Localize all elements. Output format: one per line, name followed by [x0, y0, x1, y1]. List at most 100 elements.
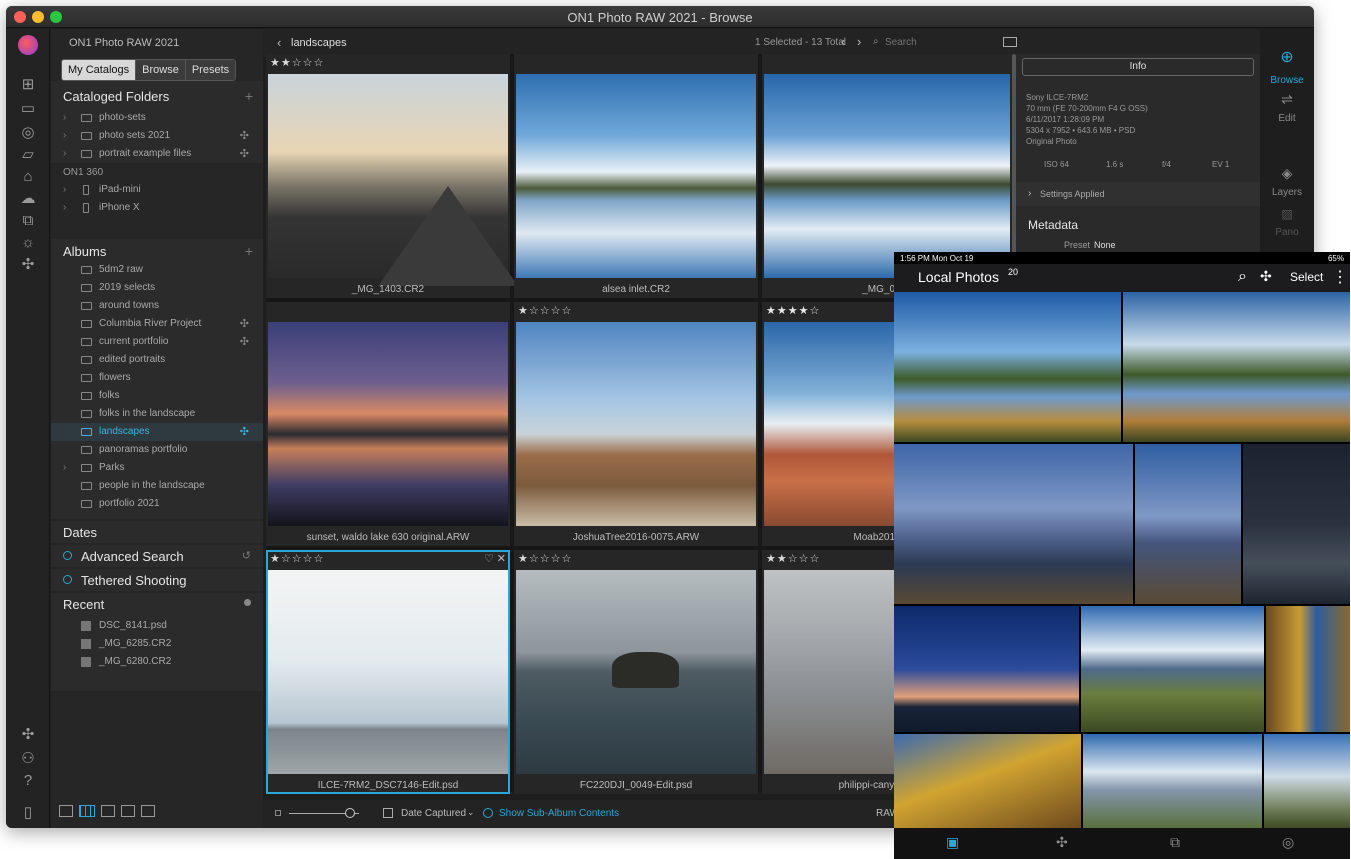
detail-view-icon[interactable] — [101, 805, 115, 817]
ipad-photo[interactable] — [894, 292, 1121, 442]
star-rating[interactable]: ★★★★☆ — [766, 304, 820, 317]
album-item[interactable]: people in the landscape — [51, 477, 263, 495]
album-icon[interactable]: ⧉ — [18, 213, 38, 229]
ipad-photo[interactable] — [894, 606, 1079, 732]
tab-my-catalogs[interactable]: My Catalogs — [62, 60, 137, 80]
album-item[interactable]: folks — [51, 387, 263, 405]
tab-presets[interactable]: Presets — [185, 60, 236, 80]
device-item[interactable]: › iPhone X — [51, 199, 263, 217]
device-item[interactable]: › iPad-mini — [51, 181, 263, 199]
sync-tab-icon[interactable]: ✣ — [1056, 834, 1068, 851]
star-rating[interactable]: ★☆☆☆☆ — [518, 552, 572, 565]
recent-item[interactable]: DSC_8141.psd — [51, 617, 263, 635]
thumbnail-cell[interactable]: sunset, waldo lake 630 original.ARW — [266, 302, 510, 546]
album-item[interactable]: portfolio 2021 — [51, 495, 263, 513]
album-item[interactable]: current portfolio ✣ — [51, 333, 263, 351]
ipad-photo[interactable] — [1081, 606, 1264, 732]
advanced-search-section[interactable]: Advanced Search ↺ — [51, 545, 263, 567]
slider-handle[interactable] — [345, 808, 355, 818]
back-icon[interactable]: ‹ — [277, 35, 281, 50]
sort-dropdown[interactable]: Date Captured — [401, 808, 466, 819]
folder-item[interactable]: › photo-sets — [51, 109, 263, 127]
tab-browse[interactable]: Browse — [136, 60, 186, 80]
album-item[interactable]: landscapes ✣ — [51, 423, 263, 441]
ipad-photo[interactable] — [1135, 444, 1241, 604]
recent-item[interactable]: _MG_6280.CR2 — [51, 653, 263, 671]
sync-icon[interactable]: ✣ — [18, 257, 38, 273]
ipad-photo[interactable] — [894, 444, 1133, 604]
thumbnail-cell[interactable]: ★☆☆☆☆ FC220DJI_0049-Edit.psd — [514, 550, 758, 794]
album-item[interactable]: flowers — [51, 369, 263, 387]
album-item[interactable]: edited portraits — [51, 351, 263, 369]
reject-icon[interactable]: ✕ — [497, 552, 506, 565]
help-icon[interactable]: ? — [18, 773, 38, 789]
reset-icon[interactable]: ↺ — [242, 549, 251, 562]
folder-item[interactable]: › photo sets 2021 ✣ — [51, 127, 263, 145]
albums-tab-icon[interactable]: ⧉ — [1170, 834, 1180, 851]
album-item[interactable]: folks in the landscape — [51, 405, 263, 423]
preset-value[interactable]: None — [1094, 240, 1116, 250]
grid-view-icon[interactable] — [79, 805, 95, 817]
layers-label[interactable]: Layers — [1260, 187, 1314, 198]
layers-icon[interactable]: ◈ — [1260, 165, 1314, 182]
browse-module-label[interactable]: Browse — [1260, 75, 1314, 86]
ipad-photo[interactable] — [1083, 734, 1262, 828]
thumbnail-cell[interactable]: ★☆☆☆☆ JoshuaTree2016-0075.ARW — [514, 302, 758, 546]
ipad-photo[interactable] — [894, 734, 1081, 828]
dates-section[interactable]: Dates — [51, 521, 263, 543]
folder-item[interactable]: › portrait example files ✣ — [51, 145, 263, 163]
sync-icon[interactable]: ✣ — [1260, 268, 1272, 285]
camera-icon[interactable]: ◎ — [18, 125, 38, 141]
album-item[interactable]: around towns — [51, 297, 263, 315]
drive-icon[interactable]: ⌂ — [18, 169, 38, 185]
add-folder-icon[interactable]: + — [245, 88, 253, 104]
subalbum-toggle[interactable] — [483, 808, 493, 818]
thumbnail-cell-selected[interactable]: ★☆☆☆☆ ♡ ✕ ILCE-7RM2_DSC7146-Edit.psd — [266, 550, 510, 794]
ipad-photo[interactable] — [1123, 292, 1350, 442]
monitor-icon[interactable]: ▭ — [18, 101, 38, 117]
compare-view-icon[interactable] — [121, 805, 135, 817]
more-icon[interactable]: ⋮ — [1332, 267, 1348, 287]
edit-module-label[interactable]: Edit — [1260, 113, 1314, 124]
star-rating[interactable]: ★★☆☆☆ — [766, 552, 820, 565]
clear-recent-icon[interactable] — [244, 599, 251, 606]
filmstrip-view-icon[interactable] — [59, 805, 73, 817]
sort-checkbox[interactable] — [383, 808, 393, 818]
prev-icon[interactable]: ‹ — [841, 34, 845, 49]
tethered-shooting-section[interactable]: Tethered Shooting — [51, 569, 263, 591]
edit-module-icon[interactable]: ⇌ — [1260, 91, 1314, 108]
add-icon[interactable]: ⊞ — [18, 77, 38, 93]
ipad-photo[interactable] — [1243, 444, 1350, 604]
search-icon[interactable]: ⌕ — [1238, 268, 1247, 286]
new-folder-icon[interactable] — [1003, 37, 1017, 47]
pano-label[interactable]: Pano — [1260, 227, 1314, 238]
subalbum-label[interactable]: Show Sub-Album Contents — [499, 808, 619, 819]
browse-module-icon[interactable]: ⊕ — [1260, 47, 1314, 67]
ipad-photo[interactable] — [1264, 734, 1350, 828]
star-rating[interactable]: ★☆☆☆☆ — [270, 552, 324, 565]
album-item[interactable]: panoramas portfolio — [51, 441, 263, 459]
camera-tab-icon[interactable]: ◎ — [1282, 834, 1294, 851]
breadcrumb[interactable]: landscapes — [291, 37, 347, 49]
star-rating[interactable]: ★★☆☆☆ — [270, 56, 324, 69]
toggle-panel-icon[interactable]: ▯ — [18, 805, 38, 821]
folder-icon[interactable]: ▱ — [18, 147, 38, 163]
select-button[interactable]: Select — [1290, 270, 1323, 284]
thumbnail-cell[interactable]: alsea inlet.CR2 — [514, 54, 758, 298]
thumbnail-cell[interactable]: ★★☆☆☆ _MG_1403.CR2 — [266, 54, 519, 298]
account-icon[interactable]: ⚇ — [18, 751, 38, 767]
search-input[interactable] — [885, 34, 975, 50]
star-rating[interactable]: ★☆☆☆☆ — [518, 304, 572, 317]
info-tab[interactable]: Info — [1022, 58, 1254, 76]
settings-applied-row[interactable]: › Settings Applied — [1016, 182, 1260, 206]
album-item[interactable]: › Parks — [51, 459, 263, 477]
album-item[interactable]: Columbia River Project ✣ — [51, 315, 263, 333]
map-view-icon[interactable] — [141, 805, 155, 817]
next-icon[interactable]: › — [857, 34, 861, 49]
cloud-icon[interactable]: ☁ — [18, 191, 38, 207]
brightness-icon[interactable]: ☼ — [18, 235, 38, 251]
recent-item[interactable]: _MG_6285.CR2 — [51, 635, 263, 653]
album-item[interactable]: 5dm2 raw — [51, 261, 263, 279]
sync-status-icon[interactable]: ✣ — [18, 727, 38, 743]
heart-icon[interactable]: ♡ — [484, 552, 494, 565]
